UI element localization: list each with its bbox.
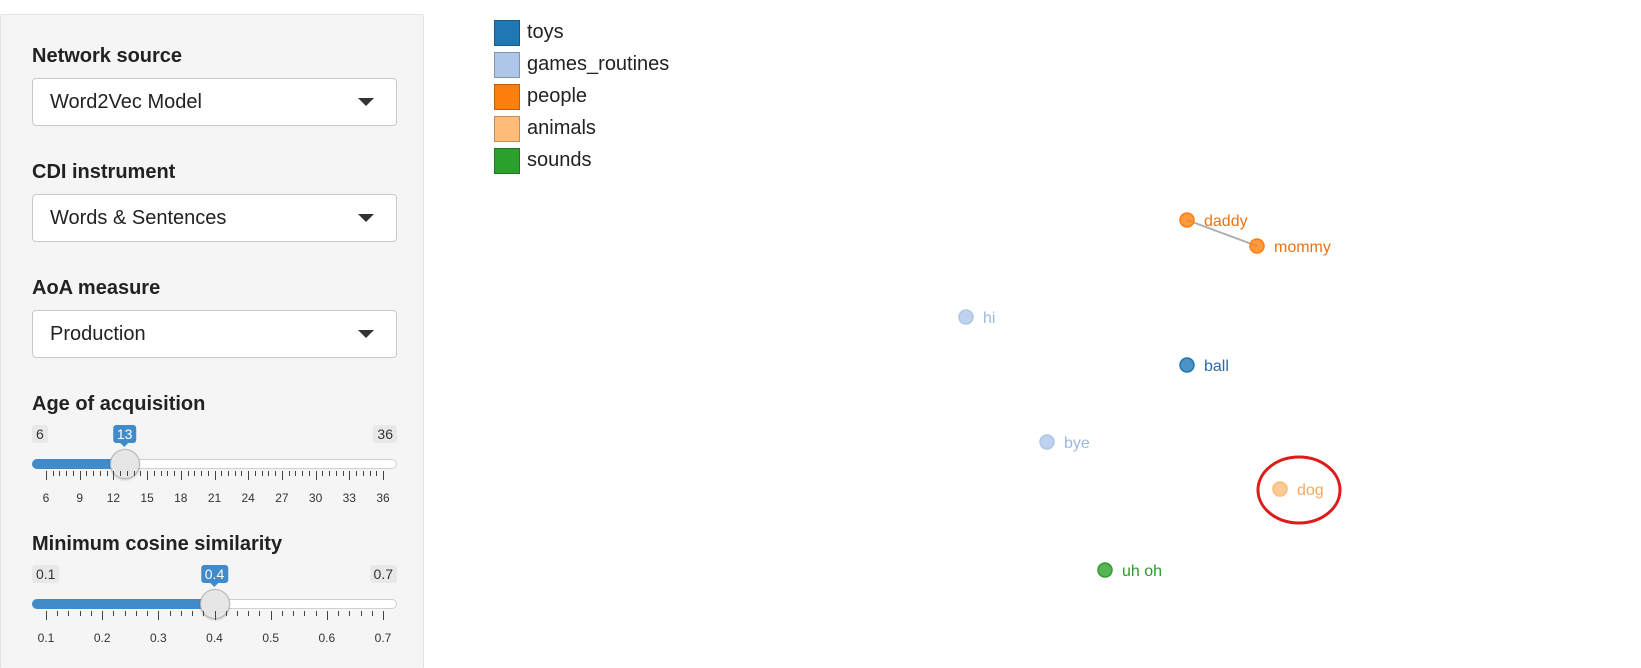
node-label: daddy (1204, 213, 1248, 230)
legend-label: games_routines (527, 53, 670, 75)
node-label: ball (1204, 358, 1229, 375)
network-node-uhoh[interactable]: uh oh (1097, 562, 1162, 580)
node-label: hi (983, 310, 995, 327)
node-circle[interactable] (1097, 562, 1113, 578)
node-circle[interactable] (1249, 238, 1265, 254)
legend-swatch (494, 20, 520, 46)
node-label: dog (1297, 482, 1324, 499)
node-circle[interactable] (1272, 481, 1288, 497)
legend-swatch (494, 84, 520, 110)
network-node-bye[interactable]: bye (1039, 434, 1090, 452)
network-graph: daddy mommy hi ball bye dog uh oh (958, 212, 1342, 580)
node-circle[interactable] (1039, 434, 1055, 450)
legend-swatch (494, 148, 520, 174)
legend-label: sounds (527, 149, 592, 171)
network-node-ball[interactable]: ball (1179, 357, 1229, 375)
network-node-dog[interactable]: dog (1272, 481, 1324, 499)
node-label: bye (1064, 435, 1090, 452)
network-node-daddy[interactable]: daddy (1179, 212, 1248, 230)
network-node-mommy[interactable]: mommy (1249, 238, 1331, 256)
node-label: mommy (1274, 239, 1331, 256)
network-node-hi[interactable]: hi (958, 309, 995, 327)
node-circle[interactable] (1179, 212, 1195, 228)
legend-label: people (527, 85, 588, 107)
node-circle[interactable] (1179, 357, 1195, 373)
legend-label: toys (527, 21, 564, 43)
node-circle[interactable] (958, 309, 974, 325)
legend-label: animals (527, 117, 596, 139)
legend-swatch (494, 52, 520, 78)
node-label: uh oh (1122, 563, 1162, 580)
legend-swatch (494, 116, 520, 142)
